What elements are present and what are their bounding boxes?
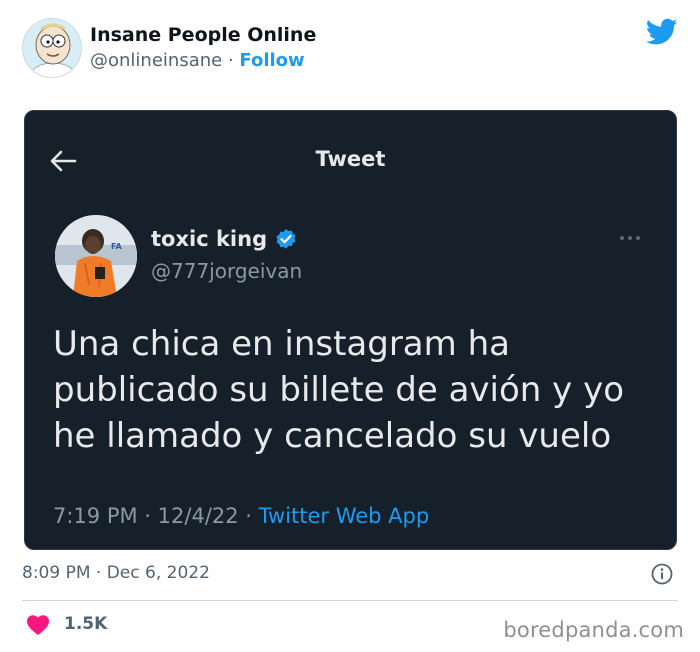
follow-button[interactable]: Follow	[239, 50, 304, 71]
meta-dot: ·	[137, 504, 158, 528]
twitter-bird-icon[interactable]	[646, 18, 678, 46]
author-avatar[interactable]	[22, 18, 82, 78]
tweet-screenshot: Tweet FA toxic king @777jorgeivan Una ch…	[24, 110, 677, 550]
embed-timestamp[interactable]: 8:09 PM · Dec 6, 2022	[22, 563, 210, 583]
heart-icon[interactable]	[26, 614, 50, 636]
screenshot-header-title: Tweet	[315, 147, 386, 171]
user-photo: FA	[55, 215, 137, 297]
tweet-source-app[interactable]: Twitter Web App	[259, 504, 430, 528]
author-handle-row: @onlineinsane · Follow	[90, 50, 305, 71]
tweet-text: Una chica en instagram ha publicado su b…	[53, 324, 625, 456]
more-dots-icon[interactable]	[618, 233, 642, 243]
cartoon-character-avatar	[23, 19, 81, 77]
author-handle[interactable]: @onlineinsane	[90, 50, 222, 71]
svg-text:FA: FA	[111, 242, 123, 251]
watermark: boredpanda.com	[503, 618, 684, 642]
time-separator: ·	[90, 563, 107, 583]
tweet-date[interactable]: 12/4/22	[158, 504, 239, 528]
like-count[interactable]: 1.5K	[64, 614, 107, 634]
embed-time: 8:09 PM	[22, 563, 91, 583]
user-avatar[interactable]: FA	[55, 215, 137, 297]
embed-date: Dec 6, 2022	[106, 563, 210, 583]
info-icon[interactable]	[651, 563, 673, 585]
tweet-meta: 7:19 PM · 12/4/22 · Twitter Web App	[53, 504, 429, 528]
user-name[interactable]: toxic king	[151, 227, 267, 251]
meta-dot: ·	[238, 504, 259, 528]
user-name-row: toxic king	[151, 227, 297, 251]
user-handle[interactable]: @777jorgeivan	[151, 259, 302, 283]
handle-separator: ·	[222, 50, 240, 71]
verified-badge-icon	[276, 229, 296, 249]
author-name[interactable]: Insane People Online	[90, 24, 316, 46]
tweet-time[interactable]: 7:19 PM	[53, 504, 138, 528]
footer-divider	[22, 600, 678, 601]
